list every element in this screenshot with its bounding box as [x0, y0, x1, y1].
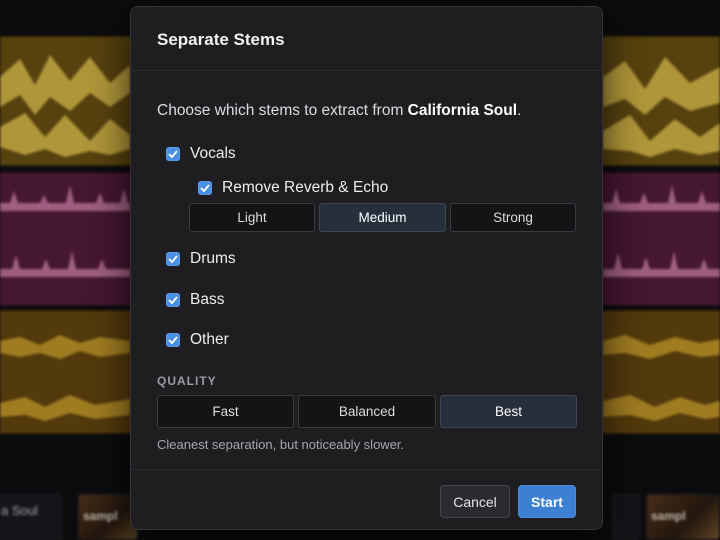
clip-thumbnail-art: sampl [78, 494, 138, 540]
dialog-footer: Cancel Start [131, 469, 602, 531]
quality-section-label: QUALITY [157, 374, 217, 388]
checkmark-icon [168, 255, 178, 263]
quality-balanced-button[interactable]: Balanced [298, 395, 436, 428]
remove-reverb-label: Remove Reverb & Echo [222, 179, 389, 196]
bass-checkbox[interactable] [166, 293, 180, 307]
dialog-header: Separate Stems [131, 7, 602, 71]
quality-hint: Cleanest separation, but noticeably slow… [157, 437, 405, 452]
start-button[interactable]: Start [518, 485, 576, 518]
drums-option[interactable]: Drums [166, 250, 236, 268]
reverb-light-button[interactable]: Light [189, 203, 315, 232]
cancel-button[interactable]: Cancel [440, 485, 510, 518]
dialog-title: Separate Stems [157, 30, 285, 49]
vocals-label: Vocals [190, 145, 236, 162]
clip-label: sampl [651, 509, 686, 523]
checkmark-icon [200, 184, 210, 192]
remove-reverb-checkbox[interactable] [198, 181, 212, 195]
bass-label: Bass [190, 291, 225, 308]
clip-thumbnail-art: sampl [646, 494, 720, 540]
clip-label: sampl [83, 509, 118, 523]
clip-label: a Soul [1, 503, 38, 518]
checkmark-icon [168, 336, 178, 344]
intro-suffix: . [517, 102, 522, 119]
bass-option[interactable]: Bass [166, 291, 224, 309]
quality-selector: Fast Balanced Best [157, 395, 577, 428]
separate-stems-dialog: Separate Stems Choose which stems to ext… [130, 6, 603, 530]
drums-label: Drums [190, 250, 236, 267]
quality-best-button[interactable]: Best [440, 395, 577, 428]
remove-reverb-option[interactable]: Remove Reverb & Echo [198, 179, 388, 197]
reverb-medium-button[interactable]: Medium [319, 203, 446, 232]
reverb-strength-selector: Light Medium Strong [189, 203, 576, 232]
checkmark-icon [168, 150, 178, 158]
clip-thumbnail: a Soul [0, 494, 62, 540]
vocals-checkbox[interactable] [166, 147, 180, 161]
clip-thumbnail [612, 494, 640, 540]
checkmark-icon [168, 296, 178, 304]
quality-fast-button[interactable]: Fast [157, 395, 294, 428]
reverb-strong-button[interactable]: Strong [450, 203, 576, 232]
drums-checkbox[interactable] [166, 252, 180, 266]
other-checkbox[interactable] [166, 333, 180, 347]
other-option[interactable]: Other [166, 331, 229, 349]
intro-prefix: Choose which stems to extract from [157, 102, 408, 119]
song-name: California Soul [407, 102, 518, 119]
vocals-option[interactable]: Vocals [166, 145, 236, 163]
other-label: Other [190, 331, 229, 348]
intro-text: Choose which stems to extract from Calif… [157, 102, 521, 120]
